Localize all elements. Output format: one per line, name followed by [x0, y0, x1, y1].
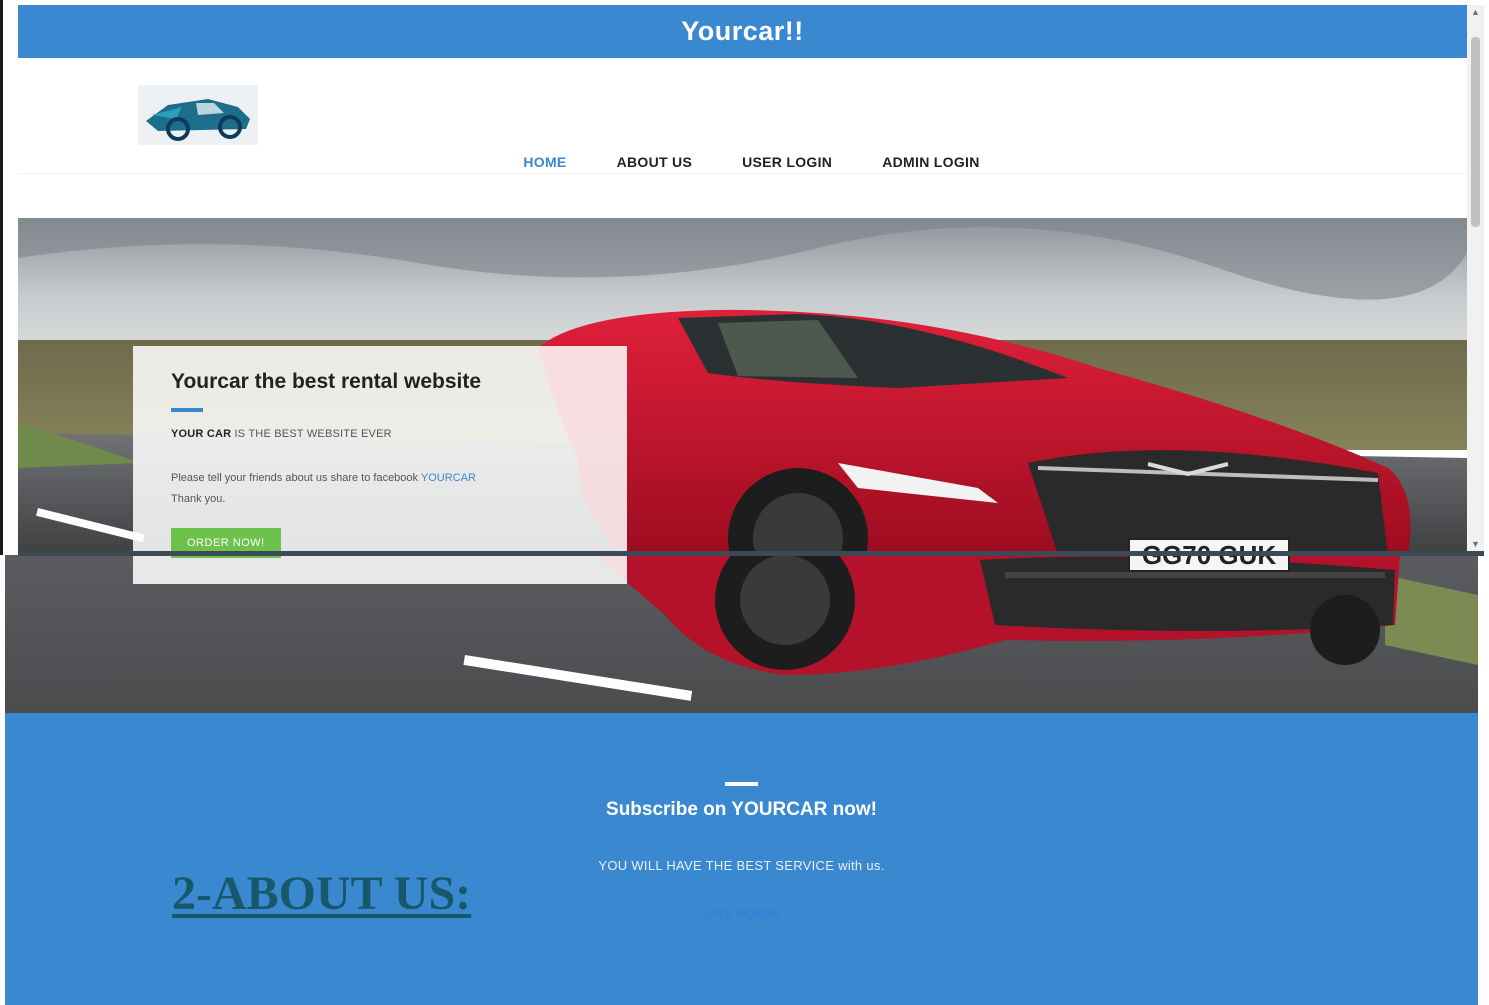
card-facebook-link[interactable]: YOURCAR — [421, 472, 476, 484]
card-title: Yourcar the best rental website — [171, 370, 482, 393]
scroll-down-icon[interactable]: ▼ — [1471, 539, 1480, 549]
subscribe-accent-bar — [725, 782, 758, 786]
scroll-thumb[interactable] — [1471, 37, 1480, 227]
subscribe-section: Subscribe on YOURCAR now! YOU WILL HAVE … — [5, 713, 1478, 1005]
hero-info-card: Yourcar the best rental website YOUR CAR… — [133, 346, 627, 584]
card-accent-bar — [171, 408, 203, 412]
card-brand: YOUR CAR — [171, 428, 232, 440]
screenshot-divider — [18, 551, 1484, 556]
card-message: Please tell your friends about us share … — [171, 468, 589, 510]
document-edge — [0, 0, 3, 555]
scroll-up-icon[interactable]: ▲ — [1471, 7, 1480, 17]
nav-about-us[interactable]: ABOUT US — [617, 154, 693, 170]
about-us-heading: 2-ABOUT US: — [172, 867, 472, 920]
vertical-scrollbar[interactable]: ▲ ▼ — [1467, 5, 1484, 553]
site-title-bar: Yourcar!! — [18, 5, 1467, 58]
car-logo-icon — [146, 99, 250, 141]
site-header: HOME ABOUT US USER LOGIN ADMIN LOGIN — [18, 58, 1467, 218]
site-title: Yourcar!! — [681, 16, 804, 46]
card-tagline: YOUR CAR IS THE BEST WEBSITE EVER — [171, 428, 589, 440]
card-tagline-text: IS THE BEST WEBSITE EVER — [231, 428, 392, 440]
card-thanks: Thank you. — [171, 493, 226, 505]
card-message-text: Please tell your friends about us share … — [171, 472, 421, 484]
nav-user-login[interactable]: USER LOGIN — [742, 154, 832, 170]
nav-home[interactable]: HOME — [523, 154, 566, 170]
subscribe-title: Subscribe on YOURCAR now! — [606, 799, 877, 820]
main-nav: HOME ABOUT US USER LOGIN ADMIN LOGIN — [18, 154, 1467, 170]
car-logo[interactable] — [138, 85, 258, 145]
nav-admin-login[interactable]: ADMIN LOGIN — [882, 154, 979, 170]
header-divider — [18, 173, 1467, 174]
